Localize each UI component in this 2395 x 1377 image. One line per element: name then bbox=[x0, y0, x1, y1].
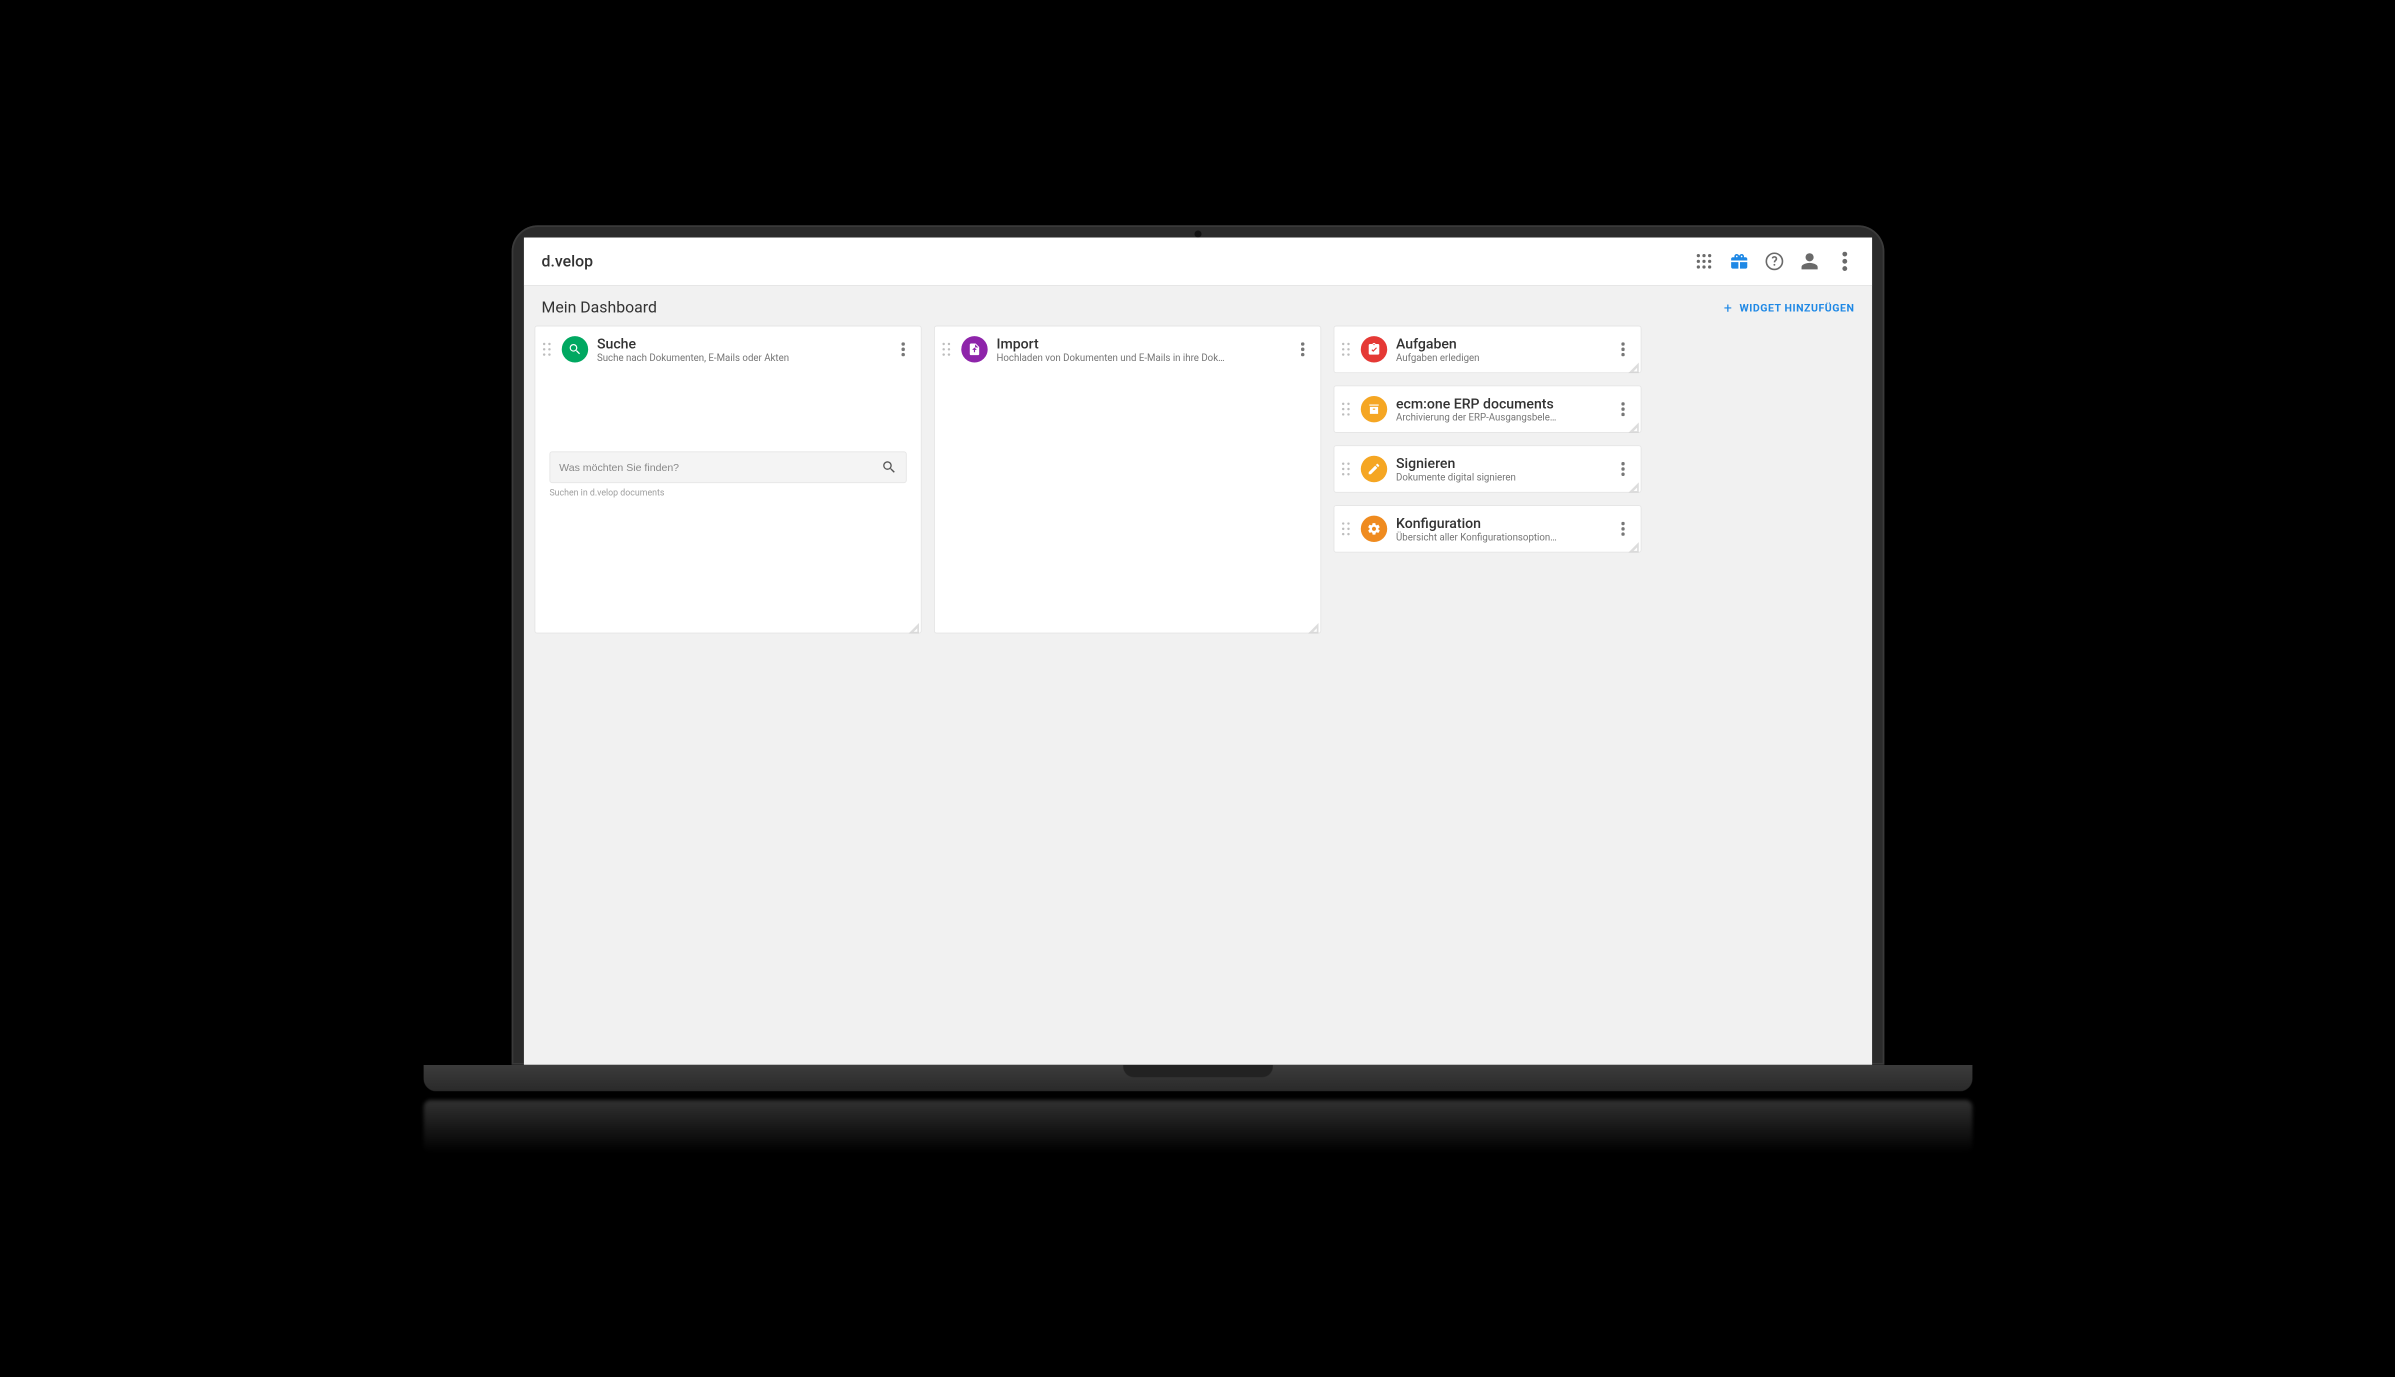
widget-header: ecm:one ERP documents Archivierung der E… bbox=[1334, 386, 1640, 432]
dashboard-column: Suche Suche nach Dokumenten, E-Mails ode… bbox=[534, 325, 921, 633]
magnifier-icon[interactable] bbox=[881, 459, 897, 475]
search-icon bbox=[561, 336, 587, 362]
resize-handle-icon[interactable] bbox=[1628, 359, 1639, 370]
laptop-lid: d.velop Mein Dashboard + WIDGET HINZUFÜG… bbox=[511, 225, 1884, 1065]
upload-icon bbox=[961, 336, 987, 362]
topbar-actions bbox=[1694, 251, 1854, 270]
plus-icon: + bbox=[1723, 299, 1732, 316]
widget-subtitle: Übersicht aller Konfigurationsoption… bbox=[1396, 531, 1605, 542]
widget-menu-button[interactable] bbox=[894, 338, 912, 359]
brand-title: d.velop bbox=[541, 252, 593, 270]
laptop-mockup: d.velop Mein Dashboard + WIDGET HINZUFÜG… bbox=[511, 225, 1884, 1153]
laptop-base bbox=[423, 1064, 1972, 1090]
add-widget-button[interactable]: + WIDGET HINZUFÜGEN bbox=[1723, 299, 1854, 316]
widget-title: Suche bbox=[596, 335, 885, 352]
widget-search: Suche Suche nach Dokumenten, E-Mails ode… bbox=[534, 325, 921, 633]
widget-erp: ecm:one ERP documents Archivierung der E… bbox=[1333, 385, 1641, 433]
archive-icon bbox=[1360, 395, 1386, 421]
dashboard-title: Mein Dashboard bbox=[541, 298, 656, 316]
widget-import: Import Hochladen von Dokumenten und E-Ma… bbox=[934, 325, 1321, 633]
drag-handle-icon[interactable] bbox=[540, 341, 552, 357]
app-screen: d.velop Mein Dashboard + WIDGET HINZUFÜG… bbox=[523, 237, 1871, 1064]
resize-handle-icon[interactable] bbox=[908, 620, 919, 631]
widget-header: Suche Suche nach Dokumenten, E-Mails ode… bbox=[535, 326, 920, 372]
widget-menu-button[interactable] bbox=[1614, 398, 1632, 419]
pen-icon bbox=[1360, 455, 1386, 481]
widget-subtitle: Dokumente digital signieren bbox=[1396, 471, 1605, 482]
resize-handle-icon[interactable] bbox=[1308, 620, 1319, 631]
search-field[interactable] bbox=[549, 451, 906, 483]
dashboard-header: Mein Dashboard + WIDGET HINZUFÜGEN bbox=[523, 285, 1871, 325]
widget-menu-button[interactable] bbox=[1614, 458, 1632, 479]
widget-title: Signieren bbox=[1396, 454, 1605, 471]
drag-handle-icon[interactable] bbox=[1339, 461, 1351, 477]
widget-title: Import bbox=[996, 335, 1285, 352]
resize-handle-icon[interactable] bbox=[1628, 419, 1639, 430]
widget-subtitle: Archivierung der ERP-Ausgangsbele… bbox=[1396, 411, 1605, 422]
widget-menu-button[interactable] bbox=[1293, 338, 1311, 359]
widget-title: ecm:one ERP documents bbox=[1396, 395, 1605, 412]
widget-subtitle: Aufgaben erledigen bbox=[1396, 351, 1605, 362]
widget-body: Suchen in d.velop documents bbox=[535, 372, 920, 512]
apps-icon[interactable] bbox=[1694, 251, 1713, 270]
top-bar: d.velop bbox=[523, 237, 1871, 285]
dashboard-column: Import Hochladen von Dokumenten und E-Ma… bbox=[934, 325, 1321, 633]
widget-header: Signieren Dokumente digital signieren bbox=[1334, 446, 1640, 492]
tasks-icon bbox=[1360, 336, 1386, 362]
widget-header: Konfiguration Übersicht aller Konfigurat… bbox=[1334, 505, 1640, 551]
gear-icon bbox=[1360, 515, 1386, 541]
resize-handle-icon[interactable] bbox=[1628, 539, 1639, 550]
gift-icon[interactable] bbox=[1729, 251, 1748, 270]
widget-sign: Signieren Dokumente digital signieren bbox=[1333, 445, 1641, 493]
drag-handle-icon[interactable] bbox=[1339, 520, 1351, 536]
help-icon[interactable] bbox=[1764, 251, 1783, 270]
user-icon[interactable] bbox=[1799, 251, 1818, 270]
search-input[interactable] bbox=[559, 461, 881, 473]
dashboard-column: Aufgaben Aufgaben erledigen ecm bbox=[1333, 325, 1641, 633]
widget-header: Aufgaben Aufgaben erledigen bbox=[1334, 326, 1640, 372]
laptop-reflection bbox=[423, 1099, 1972, 1152]
laptop-notch bbox=[1123, 1064, 1273, 1076]
widget-menu-button[interactable] bbox=[1614, 518, 1632, 539]
resize-handle-icon[interactable] bbox=[1628, 479, 1639, 490]
add-widget-label: WIDGET HINZUFÜGEN bbox=[1739, 301, 1854, 313]
drag-handle-icon[interactable] bbox=[940, 341, 952, 357]
drag-handle-icon[interactable] bbox=[1339, 401, 1351, 417]
widget-tasks: Aufgaben Aufgaben erledigen bbox=[1333, 325, 1641, 373]
widget-subtitle: Hochladen von Dokumenten und E-Mails in … bbox=[996, 351, 1285, 362]
search-hint: Suchen in d.velop documents bbox=[549, 488, 906, 498]
more-icon[interactable] bbox=[1835, 251, 1854, 270]
widget-menu-button[interactable] bbox=[1614, 338, 1632, 359]
widget-config: Konfiguration Übersicht aller Konfigurat… bbox=[1333, 505, 1641, 553]
widget-header: Import Hochladen von Dokumenten und E-Ma… bbox=[934, 326, 1319, 372]
widget-title: Aufgaben bbox=[1396, 335, 1605, 352]
widget-subtitle: Suche nach Dokumenten, E-Mails oder Akte… bbox=[596, 351, 885, 362]
laptop-camera bbox=[1194, 230, 1201, 237]
dashboard-grid: Suche Suche nach Dokumenten, E-Mails ode… bbox=[523, 325, 1871, 651]
widget-title: Konfiguration bbox=[1396, 514, 1605, 531]
drag-handle-icon[interactable] bbox=[1339, 341, 1351, 357]
